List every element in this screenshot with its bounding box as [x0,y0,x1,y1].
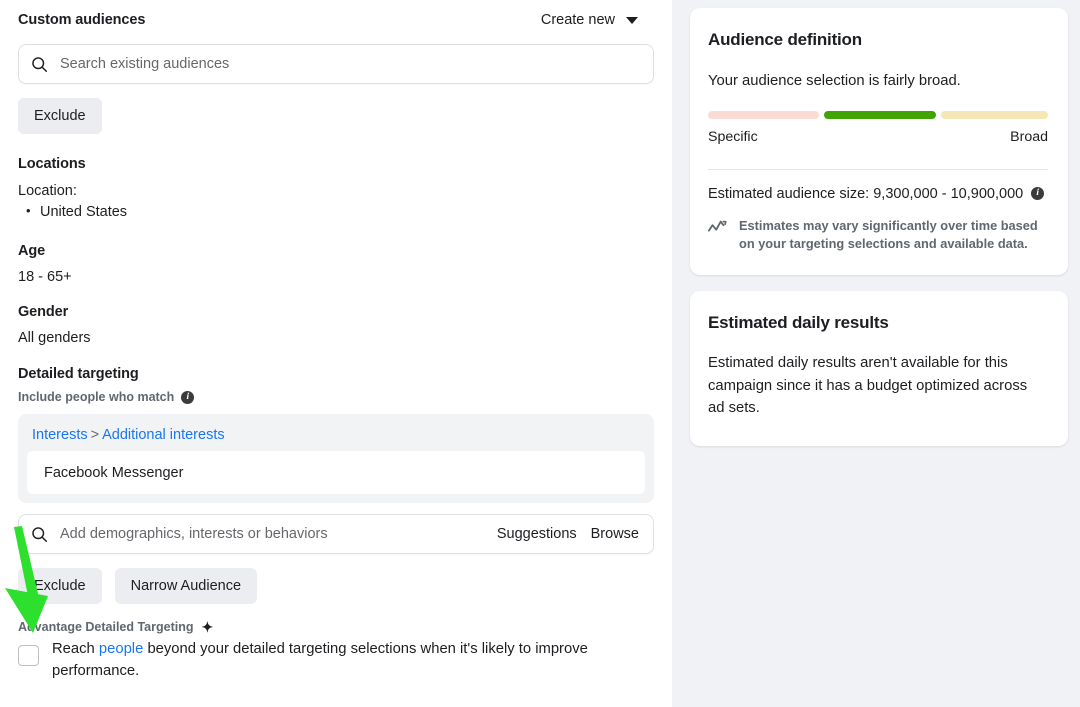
add-targeting-input[interactable]: Add demographics, interests or behaviors [60,526,497,542]
trend-line-icon [708,219,728,240]
audience-breadth-meter[interactable] [708,111,1048,119]
estimated-daily-results-body: Estimated daily results aren't available… [708,352,1046,420]
audience-settings-panel: Custom audiences Create new Search exist… [0,0,672,707]
chevron-down-icon [626,17,638,24]
targeting-actions: Exclude Narrow Audience [18,568,654,604]
advantage-detailed-targeting-section: Advantage Detailed Targeting ✦ Reach peo… [18,620,654,683]
breadcrumb-separator: > [91,427,99,443]
people-link[interactable]: people [99,641,143,657]
estimated-audience-size-row: Estimated audience size: 9,300,000 - 10,… [708,186,1048,202]
narrow-audience-button[interactable]: Narrow Audience [115,568,257,604]
advantage-checkbox[interactable] [18,645,39,666]
custom-audiences-title: Custom audiences [18,12,145,28]
estimated-audience-size-label: Estimated audience size: 9,300,000 - 10,… [708,186,1023,202]
ads-manager-audience-screen: Custom audiences Create new Search exist… [0,0,1080,707]
audience-definition-title: Audience definition [708,30,1048,50]
include-people-label: Include people who match i [18,390,654,404]
info-icon[interactable]: i [181,391,194,404]
estimates-note-row: Estimates may vary significantly over ti… [708,217,1048,253]
advantage-title: Advantage Detailed Targeting [18,620,194,634]
meter-segment-specific [708,111,819,119]
gender-section: Gender All genders [18,304,654,346]
browse-button[interactable]: Browse [591,526,639,542]
add-targeting-search[interactable]: Add demographics, interests or behaviors… [18,514,654,554]
estimates-sidebar: Audience definition Your audience select… [672,0,1080,707]
info-icon[interactable]: i [1031,187,1044,200]
audience-definition-summary: Your audience selection is fairly broad. [708,70,1048,93]
locations-section: Locations Location: United States [18,156,654,220]
age-value: 18 - 65+ [18,269,654,285]
custom-audiences-search[interactable]: Search existing audiences [18,44,654,84]
custom-audiences-search-input[interactable]: Search existing audiences [60,56,641,72]
breadcrumb: Interests>Additional interests [27,423,645,451]
age-title: Age [18,243,654,259]
estimated-daily-results-title: Estimated daily results [708,313,1046,333]
search-icon [31,56,48,73]
detailed-targeting-section: Detailed targeting Include people who ma… [18,366,654,604]
create-new-dropdown[interactable]: Create new [541,12,654,28]
include-people-text: Include people who match [18,390,174,404]
exclude-audiences-button[interactable]: Exclude [18,98,102,134]
advantage-description: Reach people beyond your detailed target… [52,638,652,683]
location-list: United States [18,204,654,220]
create-new-label: Create new [541,12,615,28]
detailed-targeting-title: Detailed targeting [18,366,654,382]
search-icon [31,526,48,543]
advantage-checkbox-row: Reach people beyond your detailed target… [18,638,654,683]
estimated-daily-results-card: Estimated daily results Estimated daily … [690,291,1068,446]
age-section: Age 18 - 65+ [18,243,654,285]
selected-interest-item[interactable]: Facebook Messenger [27,451,645,494]
breadcrumb-additional-interests-link[interactable]: Additional interests [102,427,225,443]
gender-title: Gender [18,304,654,320]
advantage-text-before: Reach [52,641,99,657]
meter-label-specific: Specific [708,129,758,145]
advantage-title-row: Advantage Detailed Targeting ✦ [18,620,654,634]
exclude-targeting-button[interactable]: Exclude [18,568,102,604]
suggestions-button[interactable]: Suggestions [497,526,577,542]
card-divider [708,169,1048,170]
locations-title: Locations [18,156,654,172]
sparkle-icon: ✦ [202,620,214,634]
detailed-targeting-panel: Interests>Additional interests Facebook … [18,414,654,503]
meter-labels: Specific Broad [708,129,1048,145]
estimates-note: Estimates may vary significantly over ti… [739,217,1048,253]
list-item: United States [18,204,654,220]
gender-value: All genders [18,330,654,346]
breadcrumb-interests-link[interactable]: Interests [32,427,88,443]
meter-label-broad: Broad [1010,129,1048,145]
custom-audiences-header: Custom audiences Create new [18,5,654,35]
location-label: Location: [18,183,654,199]
meter-segment-balanced [824,111,936,119]
search-actions: Suggestions Browse [497,526,641,542]
meter-segment-broad [941,111,1048,119]
audience-definition-card: Audience definition Your audience select… [690,8,1068,275]
